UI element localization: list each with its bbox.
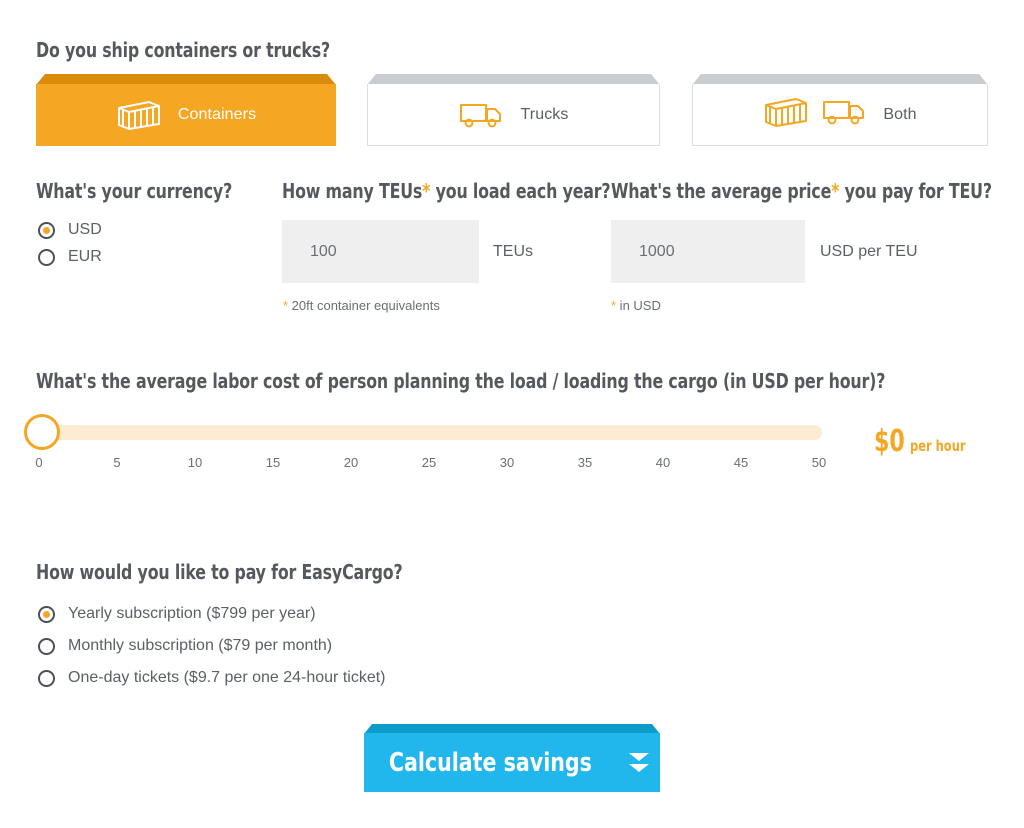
labor-cost-amount: $0 xyxy=(874,424,905,459)
shipping-type-tab-group: Containers Trucks Both xyxy=(36,74,988,146)
currency-heading: What's your currency? xyxy=(36,179,233,203)
tab-both[interactable]: plus-sign Both xyxy=(692,74,988,146)
container-icon xyxy=(116,100,162,130)
payment-radio-group: Yearly subscription ($799 per year) Mont… xyxy=(38,605,386,701)
double-chevron-down-icon xyxy=(629,753,650,772)
tab-both-label: Both xyxy=(883,105,917,123)
slider-tick-40: 40 xyxy=(655,455,671,470)
teus-heading-text-rest: you load each year? xyxy=(430,179,611,203)
slider-tick-0: 0 xyxy=(35,455,43,470)
tab-containers-face: Containers xyxy=(36,84,336,146)
tab-trucks-label: Trucks xyxy=(520,105,569,123)
price-note-text: in USD xyxy=(616,298,661,313)
labor-cost-unit: per hour xyxy=(909,437,966,455)
slider-tick-5: 5 xyxy=(113,455,121,470)
payment-option-monthly[interactable]: Monthly subscription ($79 per month) xyxy=(38,637,386,655)
radio-eur-icon[interactable] xyxy=(38,248,55,266)
labor-cost-heading: What's the average labor cost of person … xyxy=(36,369,886,393)
payment-option-yearly-label: Yearly subscription ($799 per year) xyxy=(68,605,316,622)
currency-radio-group: USD EUR xyxy=(38,221,102,275)
slider-tick-10: 10 xyxy=(187,455,203,470)
radio-usd-icon[interactable] xyxy=(38,221,55,239)
price-note: * in USD xyxy=(611,298,661,313)
price-input[interactable] xyxy=(611,220,805,283)
radio-monthly-icon[interactable] xyxy=(38,637,55,655)
teus-input[interactable] xyxy=(282,220,479,283)
tab-trucks[interactable]: Trucks xyxy=(367,74,660,146)
calculate-savings-label: Calculate savings xyxy=(388,747,592,778)
teus-heading: How many TEUs* you load each year? xyxy=(282,179,611,203)
slider-tick-45: 45 xyxy=(733,455,749,470)
radio-one-day-icon[interactable] xyxy=(38,669,55,687)
teus-heading-asterisk: * xyxy=(422,179,431,203)
tab-both-face: plus-sign Both xyxy=(692,84,988,146)
slider-tick-30: 30 xyxy=(499,455,515,470)
both-icons-group: plus-sign xyxy=(763,97,867,132)
teus-note-text: 20ft container equivalents xyxy=(288,298,440,313)
container-icon xyxy=(763,97,809,132)
calculate-savings-button-face: Calculate savings xyxy=(364,733,660,792)
shipping-question-heading: Do you ship containers or trucks? xyxy=(36,38,331,62)
slider-tick-25: 25 xyxy=(421,455,437,470)
currency-option-usd-label: USD xyxy=(68,221,102,238)
payment-heading: How would you like to pay for EasyCargo? xyxy=(36,560,403,584)
savings-calculator-form: Do you ship containers or trucks? Contai… xyxy=(0,0,1024,828)
payment-option-one-day-label: One-day tickets ($9.7 per one 24-hour ti… xyxy=(68,669,386,686)
labor-cost-slider-track[interactable] xyxy=(36,425,822,440)
tab-containers-label: Containers xyxy=(177,106,257,123)
price-unit-label: USD per TEU xyxy=(820,243,918,260)
payment-option-one-day[interactable]: One-day tickets ($9.7 per one 24-hour ti… xyxy=(38,669,386,687)
labor-cost-value: $0 per hour xyxy=(874,424,975,459)
labor-cost-slider-handle[interactable] xyxy=(24,414,60,450)
slider-tick-15: 15 xyxy=(265,455,281,470)
payment-option-yearly[interactable]: Yearly subscription ($799 per year) xyxy=(38,605,386,623)
tab-containers[interactable]: Containers xyxy=(36,74,336,146)
teus-unit-label: TEUs xyxy=(493,243,533,260)
currency-option-eur[interactable]: EUR xyxy=(38,248,102,266)
teus-note: * 20ft container equivalents xyxy=(283,298,440,313)
slider-tick-35: 35 xyxy=(577,455,593,470)
slider-tick-50: 50 xyxy=(811,455,827,470)
radio-yearly-icon[interactable] xyxy=(38,605,55,623)
price-heading-text-rest: you pay for TEU? xyxy=(839,179,992,203)
price-heading-text: What's the average price xyxy=(611,179,832,203)
truck-icon xyxy=(458,100,504,130)
slider-tick-20: 20 xyxy=(343,455,359,470)
calculate-savings-button[interactable]: Calculate savings xyxy=(364,724,660,792)
price-heading: What's the average price* you pay for TE… xyxy=(611,179,992,203)
tab-trucks-face: Trucks xyxy=(367,84,660,146)
payment-option-monthly-label: Monthly subscription ($79 per month) xyxy=(68,637,333,654)
currency-option-usd[interactable]: USD xyxy=(38,221,102,239)
currency-option-eur-label: EUR xyxy=(68,248,102,265)
truck-icon xyxy=(821,97,867,132)
teus-heading-text: How many TEUs xyxy=(282,179,423,203)
